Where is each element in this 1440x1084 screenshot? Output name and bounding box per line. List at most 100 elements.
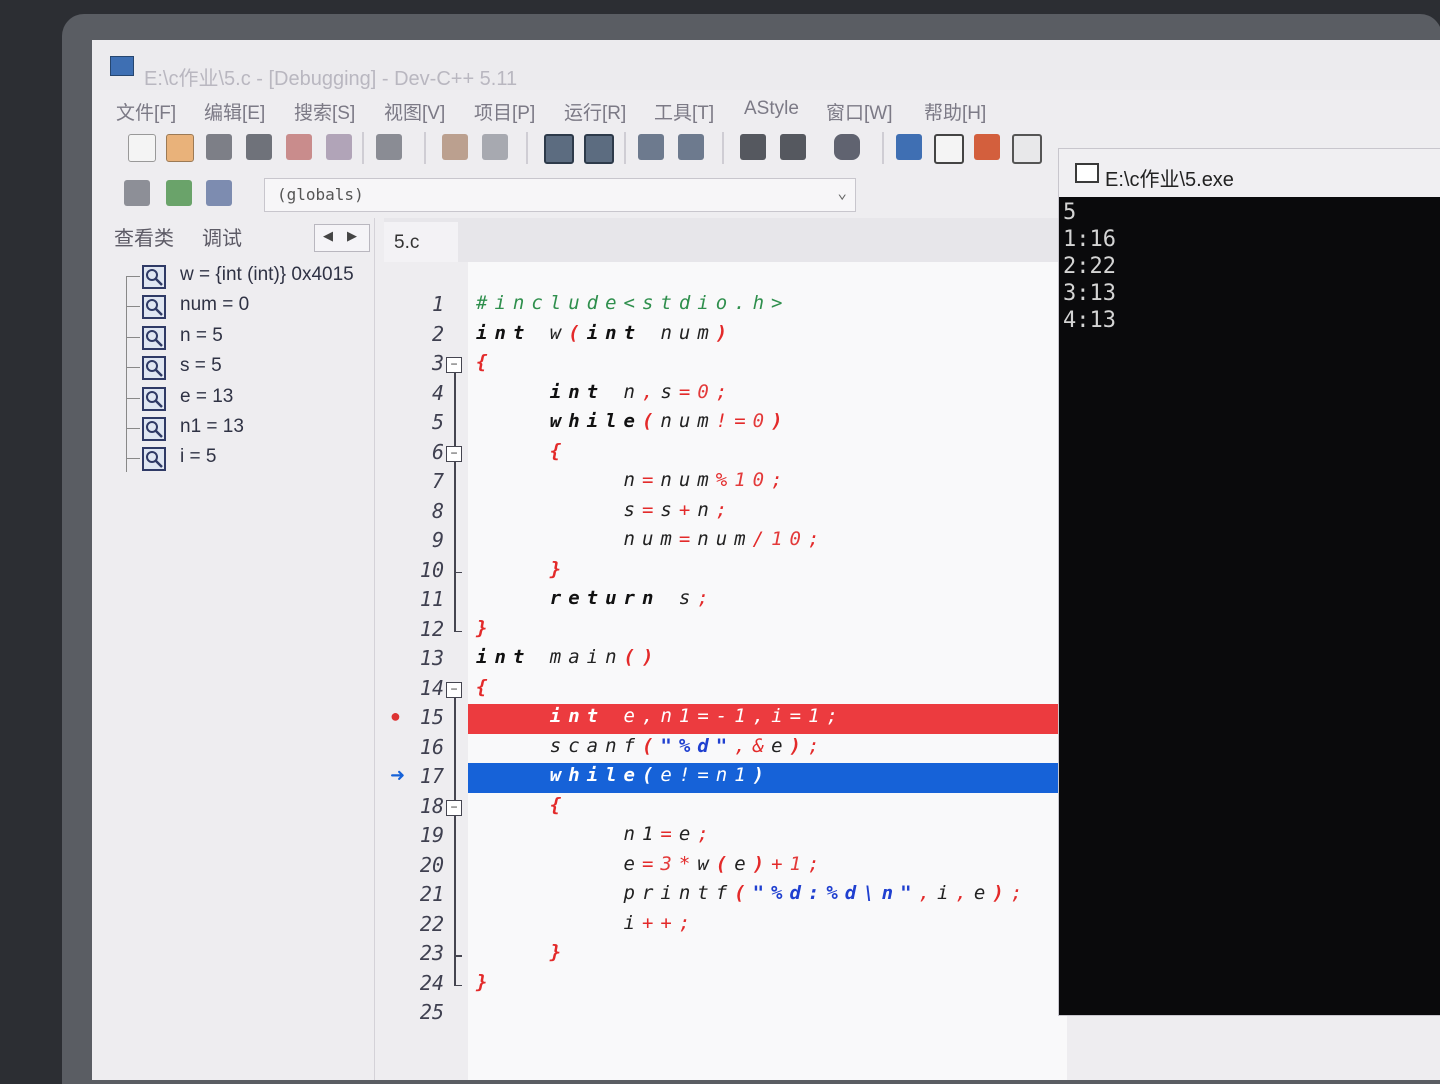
code-line[interactable]: #include<stdio.h>	[476, 292, 789, 314]
code-line[interactable]: int e,n1=-1,i=1;	[476, 705, 845, 727]
tab-scroll-buttons: ◀ ▶	[314, 224, 370, 252]
code-line[interactable]: {	[476, 351, 494, 373]
tab-5c[interactable]: 5.c	[384, 222, 458, 262]
shield-icon[interactable]	[834, 134, 860, 160]
watch-item[interactable]: num = 0	[112, 292, 374, 322]
code-line[interactable]: }	[476, 617, 494, 639]
fold-toggle-icon[interactable]: −	[446, 681, 462, 698]
watch-label: s = 5	[180, 355, 222, 377]
open-file-icon[interactable]	[166, 134, 194, 162]
menu-search[interactable]: 搜索[S]	[294, 98, 355, 125]
fold-toggle-icon[interactable]: −	[446, 357, 462, 373]
watch-label: n = 5	[180, 324, 223, 346]
code-line[interactable]: {	[476, 440, 568, 462]
line-number: 1	[431, 292, 444, 316]
redo-icon[interactable]	[482, 134, 508, 160]
goto-bookmark-icon[interactable]	[780, 134, 806, 160]
watch-item[interactable]: s = 5	[112, 353, 374, 383]
class-toolbar: (globals) ⌄	[92, 174, 1067, 218]
menu-tools[interactable]: 工具[T]	[654, 98, 714, 125]
console-title-bar: E:\c作业\5.exe	[1059, 149, 1440, 197]
unindent-icon[interactable]	[678, 134, 704, 160]
code-line[interactable]: while(e!=n1)	[476, 764, 771, 786]
tab-debug[interactable]: 调试	[202, 222, 242, 251]
code-line[interactable]: int main()	[476, 646, 660, 668]
line-number: 23	[419, 941, 444, 965]
watch-item[interactable]: w = {int (int)} 0x4015	[112, 262, 374, 292]
save-all-icon[interactable]	[246, 134, 272, 160]
watch-item[interactable]: n = 5	[112, 323, 374, 353]
code-line[interactable]: i++;	[476, 912, 697, 934]
window-icon[interactable]	[934, 134, 964, 164]
code-editor[interactable]: 1 2 3 4 5 6 7 8 9 10 11 12 13 14 15 16 17 18 19 20 21 22 23 24 2…	[384, 262, 1068, 1080]
app-icon	[110, 56, 134, 76]
debug-panel: 查看类 调试 ◀ ▶ w = {int (int)} 0x4015 num = …	[92, 218, 375, 1080]
scroll-left-icon[interactable]: ◀	[323, 228, 333, 244]
code-line[interactable]: n=num%10;	[476, 469, 790, 491]
menu-help[interactable]: 帮助[H]	[924, 98, 986, 125]
code-line[interactable]: scanf("%d",&e);	[476, 735, 826, 757]
fold-toggle-icon[interactable]: −	[446, 799, 462, 816]
console-line: 4:13	[1063, 308, 1116, 333]
code-line[interactable]: {	[476, 676, 494, 698]
code-line[interactable]: int w(int num)	[476, 322, 734, 344]
menu-window[interactable]: 窗口[W]	[826, 98, 893, 125]
find-icon[interactable]	[544, 134, 574, 164]
close-file-icon[interactable]	[286, 134, 312, 160]
menu-view[interactable]: 视图[V]	[384, 98, 445, 125]
tab-classes[interactable]: 查看类	[114, 222, 174, 251]
code-line[interactable]: while(num!=0)	[476, 410, 790, 432]
fold-end	[454, 955, 462, 957]
code-line[interactable]: int n,s=0;	[476, 381, 734, 403]
title-bar: E:\c作业\5.c - [Debugging] - Dev-C++ 5.11	[92, 40, 1440, 90]
watch-label: num = 0	[180, 294, 250, 316]
console-line: 1:16	[1063, 227, 1116, 252]
code-line[interactable]: n1=e;	[476, 823, 716, 845]
undo-icon[interactable]	[442, 134, 468, 160]
globals-value: (globals)	[277, 185, 364, 204]
layout-icon[interactable]	[1012, 134, 1042, 164]
main-toolbar	[92, 128, 1067, 172]
globals-dropdown[interactable]: (globals) ⌄	[264, 178, 856, 212]
menu-astyle[interactable]: AStyle	[744, 98, 799, 120]
code-line[interactable]: {	[476, 794, 568, 816]
breakpoint-icon[interactable]: ●	[390, 706, 401, 727]
print-icon[interactable]	[376, 134, 402, 160]
close-all-icon[interactable]	[326, 134, 352, 160]
fold-line	[454, 815, 456, 955]
menu-run[interactable]: 运行[R]	[564, 98, 626, 125]
add-icon[interactable]	[166, 180, 192, 206]
code-line[interactable]: }	[476, 558, 568, 580]
scroll-right-icon[interactable]: ▶	[347, 228, 357, 244]
code-line[interactable]: num=num/10;	[476, 528, 826, 550]
code-line[interactable]: printf("%d:%d\n",i,e);	[476, 882, 1029, 904]
save-icon[interactable]	[206, 134, 232, 160]
menu-edit[interactable]: 编辑[E]	[204, 98, 265, 125]
replace-icon[interactable]	[584, 134, 614, 164]
goto-icon[interactable]	[206, 180, 232, 206]
console-line: 5	[1063, 200, 1077, 225]
code-line[interactable]: return s;	[476, 587, 716, 609]
watch-item[interactable]: i = 5	[112, 444, 374, 474]
watch-variable-icon	[142, 386, 166, 411]
fold-toggle-icon[interactable]: −	[446, 445, 462, 462]
watch-item[interactable]: n1 = 13	[112, 414, 374, 444]
grid-view-icon[interactable]	[896, 134, 922, 160]
menu-file[interactable]: 文件[F]	[116, 98, 176, 125]
watch-item[interactable]: e = 13	[112, 384, 374, 414]
code-line[interactable]: e=3*w(e)+1;	[476, 853, 827, 875]
code-line[interactable]: s=s+n;	[476, 499, 734, 521]
watch-variable-icon	[142, 447, 166, 472]
line-number: 13	[419, 646, 444, 670]
code-line[interactable]: }	[476, 971, 494, 993]
fold-end	[454, 630, 462, 632]
menu-project[interactable]: 项目[P]	[474, 98, 535, 125]
fold-line	[454, 461, 456, 572]
code-line[interactable]: }	[476, 941, 568, 963]
insert-icon[interactable]	[124, 180, 150, 206]
console-window: E:\c作业\5.exe 5 1:16 2:22 3:13 4:13	[1058, 148, 1440, 1016]
new-file-icon[interactable]	[128, 134, 156, 162]
indent-icon[interactable]	[638, 134, 664, 160]
toggle-bookmark-icon[interactable]	[740, 134, 766, 160]
tile-icon[interactable]	[974, 134, 1000, 160]
